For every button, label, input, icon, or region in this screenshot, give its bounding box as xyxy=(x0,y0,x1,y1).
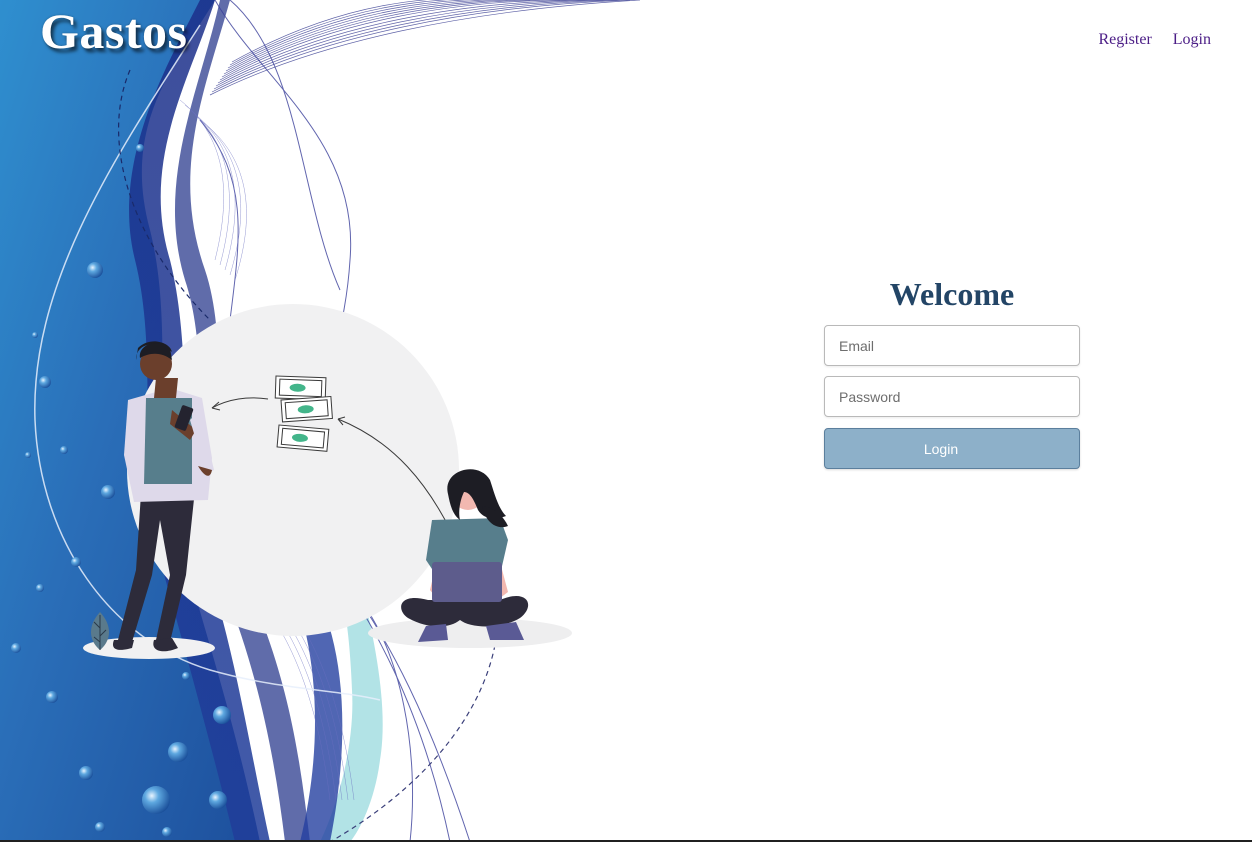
register-link[interactable]: Register xyxy=(1098,31,1151,49)
money-bills-icon xyxy=(274,375,333,452)
password-field[interactable] xyxy=(824,376,1080,417)
welcome-heading: Welcome xyxy=(889,276,1015,312)
login-button[interactable]: Login xyxy=(824,428,1080,469)
email-field[interactable] xyxy=(824,325,1080,366)
login-form: Welcome Login xyxy=(824,274,1080,469)
top-nav: Register Login xyxy=(1098,31,1211,49)
login-link[interactable]: Login xyxy=(1173,31,1211,49)
app-logo: Gastos xyxy=(40,3,188,59)
